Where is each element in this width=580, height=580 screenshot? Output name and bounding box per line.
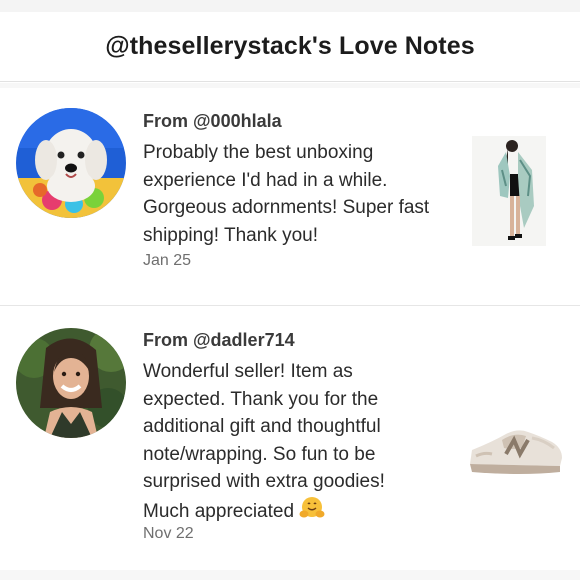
divider <box>0 305 580 306</box>
avatar[interactable] <box>16 108 126 218</box>
hugging-face-emoji-icon <box>299 496 325 517</box>
note-author[interactable]: From @dadler714 <box>143 330 295 351</box>
avatar[interactable] <box>16 328 126 438</box>
product-thumbnail[interactable] <box>472 136 546 246</box>
bottom-strip <box>0 570 580 580</box>
note-date: Nov 22 <box>143 525 194 542</box>
note-message: Probably the best unboxing experience I'… <box>143 142 430 246</box>
product-thumbnail[interactable] <box>462 384 572 494</box>
note-date: Jan 25 <box>143 252 192 269</box>
note-message: Wonderful seller! Item as expected. Than… <box>143 358 433 525</box>
note-message-text: Wonderful seller! Item as expected. Than… <box>143 361 385 522</box>
woman-avatar-icon <box>16 328 126 438</box>
sneaker-product-thumbnail-icon <box>462 384 572 494</box>
top-strip <box>0 0 580 12</box>
note-author[interactable]: From @000hlala <box>143 111 282 132</box>
dog-avatar-icon <box>16 108 126 218</box>
page-title: @thesellerystack's Love Notes <box>105 32 475 60</box>
header-band <box>0 83 580 88</box>
page-header: @thesellerystack's Love Notes <box>0 12 580 82</box>
kimono-product-thumbnail-icon <box>472 136 546 246</box>
